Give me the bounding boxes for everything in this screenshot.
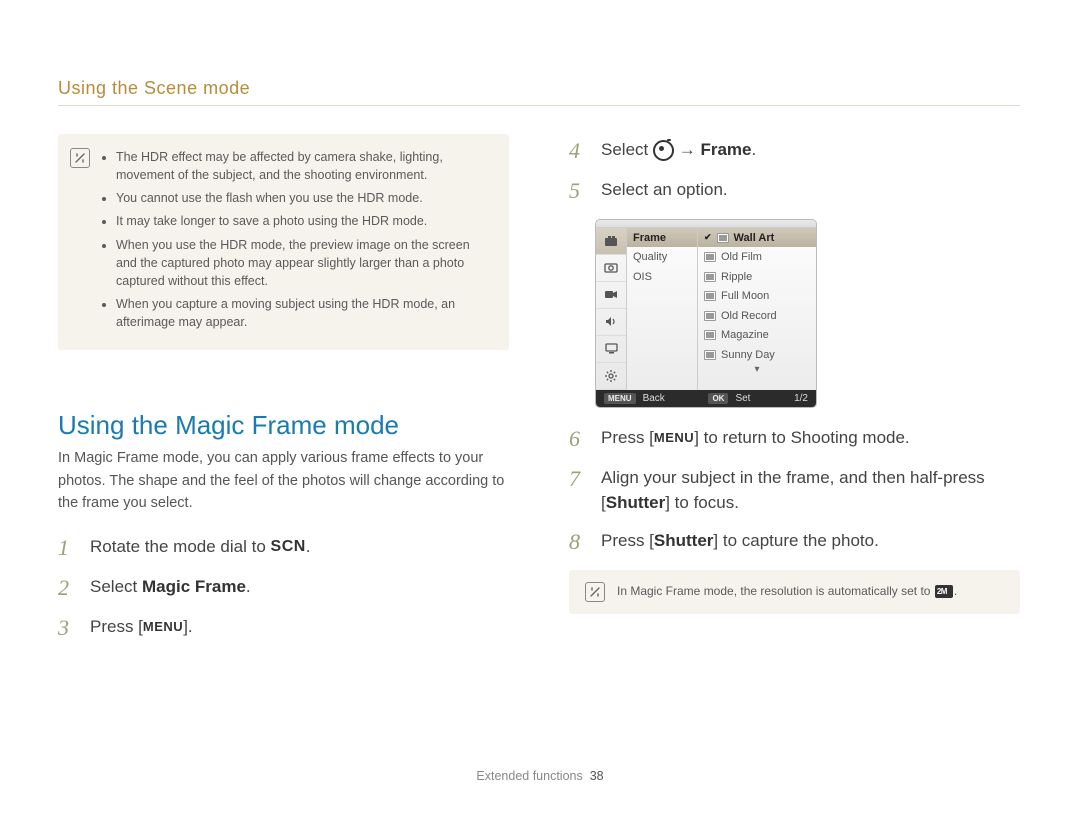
note-item: You cannot use the flash when you use th… — [116, 189, 493, 207]
frame-thumb-icon — [717, 233, 729, 243]
text: ] to capture the photo. — [713, 531, 878, 550]
chevron-down-icon: ▾ — [698, 364, 816, 375]
step-number: 3 — [58, 615, 76, 641]
scn-icon: SCN — [271, 535, 306, 558]
step-text: Align your subject in the frame, and the… — [601, 466, 1020, 515]
frame-thumb-icon — [704, 291, 716, 301]
text: ] to return to Shooting mode. — [694, 428, 909, 447]
cam-tab-settings-icon — [596, 363, 626, 390]
cam-right-row: Sunny Day — [698, 345, 816, 365]
cam-tab-display-icon — [596, 336, 626, 363]
step-text: Press [Shutter] to capture the photo. — [601, 529, 879, 554]
cam-tab-sound-icon — [596, 309, 626, 336]
right-column: 4 Select → Frame. 5 Select an option. — [569, 134, 1020, 656]
cam-right-row: Full Moon — [698, 286, 816, 306]
cam-left-row: Quality — [627, 247, 697, 267]
step-number: 5 — [569, 178, 587, 204]
cam-left-row: Frame — [627, 228, 697, 248]
step-text: Press [MENU] to return to Shooting mode. — [601, 426, 910, 451]
footer-page-indicator: 1/2 — [794, 393, 808, 404]
step-number: 7 — [569, 466, 587, 492]
page-footer: Extended functions 38 — [0, 769, 1080, 783]
footer-page-number: 38 — [590, 769, 604, 783]
step-text: Rotate the mode dial to SCN. — [90, 535, 311, 560]
step-number: 4 — [569, 138, 587, 164]
menu-icon: MENU — [654, 429, 694, 448]
note-item: When you capture a moving subject using … — [116, 295, 493, 331]
text: . — [246, 577, 251, 596]
text-bold: Shutter — [654, 531, 714, 550]
frame-thumb-icon — [704, 272, 716, 282]
step-text: Select an option. — [601, 178, 728, 203]
note-text: In Magic Frame mode, the resolution is a… — [617, 583, 957, 600]
step-number: 1 — [58, 535, 76, 561]
step-number: 2 — [58, 575, 76, 601]
footer-set-label: Set — [735, 393, 750, 404]
note-icon — [585, 582, 605, 602]
note-item: It may take longer to save a photo using… — [116, 212, 493, 230]
cam-right-row: ✔Wall Art — [698, 228, 816, 248]
left-column: The HDR effect may be affected by camera… — [58, 134, 509, 656]
step-text: Select → Frame. — [601, 138, 756, 163]
text: . — [306, 537, 311, 556]
text: Select — [90, 577, 142, 596]
text: ] to focus. — [665, 493, 739, 512]
cam-left-row: OIS — [627, 267, 697, 287]
text: Select — [601, 140, 653, 159]
frame-thumb-icon — [704, 252, 716, 262]
ok-button-icon: OK — [708, 393, 728, 404]
cam-tab-scene-icon — [596, 228, 626, 255]
text: Press [ — [90, 617, 143, 636]
note-box-resolution: In Magic Frame mode, the resolution is a… — [569, 570, 1020, 614]
cam-right-row: Old Record — [698, 306, 816, 326]
text: . — [751, 140, 756, 159]
cam-right-row: Magazine — [698, 325, 816, 345]
cam-right-row: Old Film — [698, 247, 816, 267]
cam-tab-video-icon — [596, 282, 626, 309]
camera-icon — [653, 140, 674, 161]
step-number: 6 — [569, 426, 587, 452]
frame-thumb-icon — [704, 330, 716, 340]
cam-right-row: Ripple — [698, 267, 816, 287]
note-box-hdr: The HDR effect may be affected by camera… — [58, 134, 509, 350]
note-icon — [70, 148, 90, 168]
menu-icon: MENU — [143, 618, 183, 637]
menu-button-icon: MENU — [604, 393, 636, 404]
note-item: When you use the HDR mode, the preview i… — [116, 236, 493, 290]
steps-right-cont: 6 Press [MENU] to return to Shooting mod… — [569, 426, 1020, 556]
frame-thumb-icon — [704, 350, 716, 360]
resolution-icon — [935, 585, 953, 598]
frame-thumb-icon — [704, 311, 716, 321]
camera-menu-screenshot: Frame Quality OIS ✔Wall Art Old Film Rip… — [595, 219, 817, 408]
step-number: 8 — [569, 529, 587, 555]
breadcrumb: Using the Scene mode — [58, 78, 1020, 106]
text: Press [ — [601, 531, 654, 550]
text: ]. — [183, 617, 192, 636]
cam-tab-camera-icon — [596, 255, 626, 282]
step-text: Select Magic Frame. — [90, 575, 251, 600]
section-intro: In Magic Frame mode, you can apply vario… — [58, 447, 509, 514]
steps-left: 1 Rotate the mode dial to SCN. 2 Select … — [58, 535, 509, 642]
arrow-icon: → — [674, 140, 700, 159]
section-title: Using the Magic Frame mode — [58, 410, 509, 441]
step-text: Press [MENU]. — [90, 615, 193, 640]
footer-section: Extended functions — [476, 769, 582, 783]
footer-back-label: Back — [643, 393, 665, 404]
steps-right: 4 Select → Frame. 5 Select an option. — [569, 138, 1020, 205]
text-bold: Magic Frame — [142, 577, 246, 596]
text: Rotate the mode dial to — [90, 537, 271, 556]
text-bold: Shutter — [606, 493, 666, 512]
text: Press [ — [601, 428, 654, 447]
note-item: The HDR effect may be affected by camera… — [116, 148, 493, 184]
text-bold: Frame — [700, 140, 751, 159]
